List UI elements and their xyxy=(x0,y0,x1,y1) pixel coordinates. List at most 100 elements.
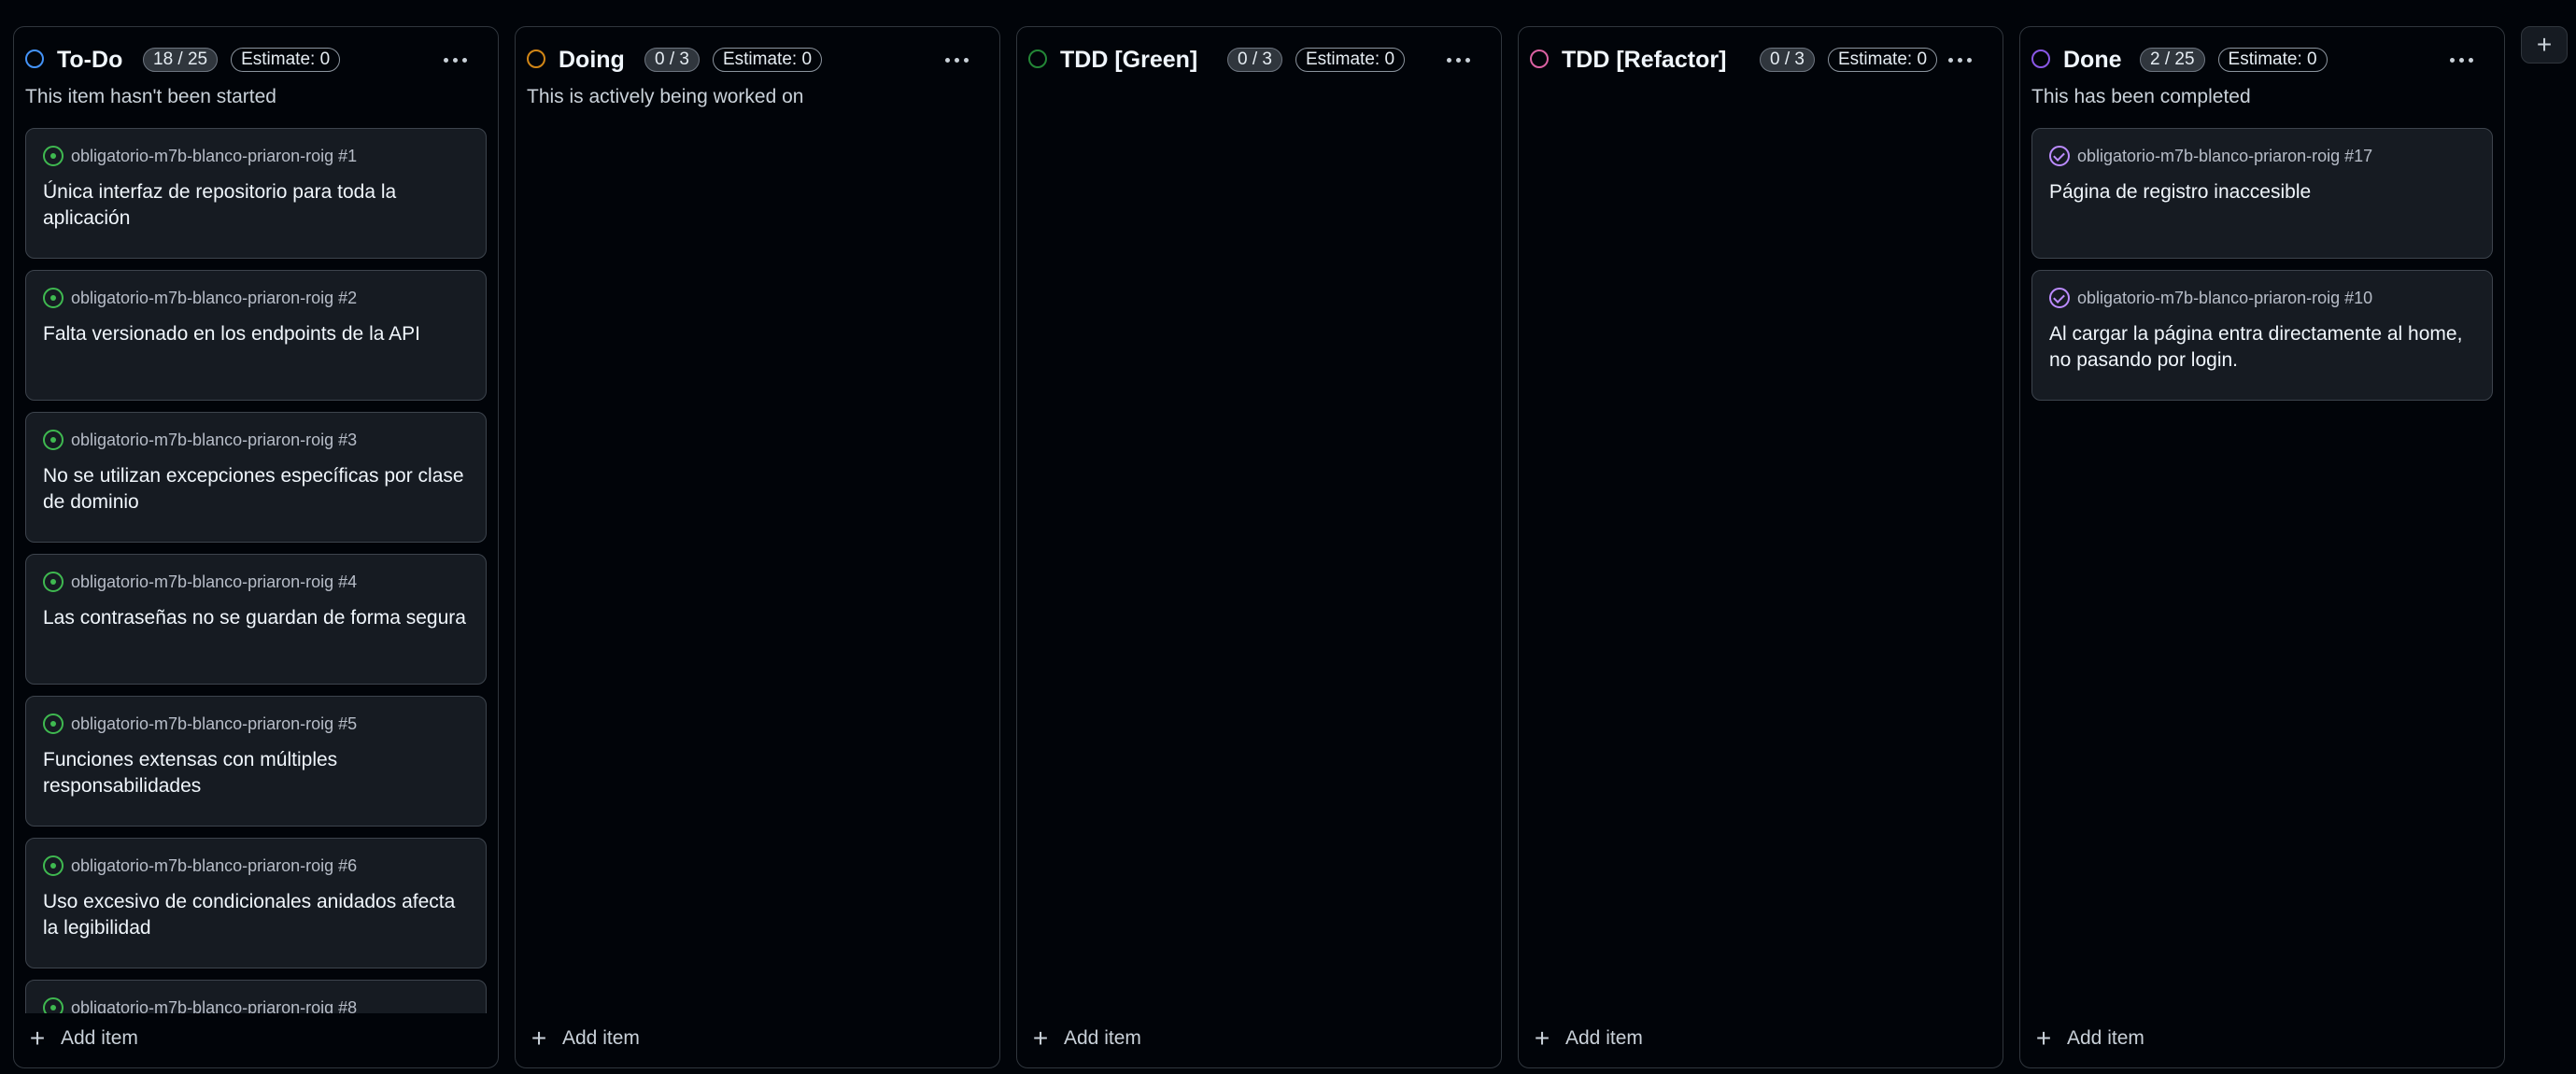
column-badges: 18 / 25 Estimate: 0 xyxy=(143,48,341,72)
issue-card[interactable]: obligatorio-m7b-blanco-priaron-roig #6 U… xyxy=(25,838,487,968)
card-repo-ref: obligatorio-m7b-blanco-priaron-roig #17 xyxy=(2077,146,2373,165)
column-description: This is actively being worked on xyxy=(527,86,804,107)
issue-open-icon xyxy=(43,855,64,876)
plus-icon: + xyxy=(1032,1024,1049,1053)
column-tdd-green: TDD [Green] 0 / 3 Estimate: 0 + Add item xyxy=(1016,26,1502,1068)
plus-icon: + xyxy=(29,1024,46,1053)
dot-icon xyxy=(963,57,969,63)
card-repo-ref: obligatorio-m7b-blanco-priaron-roig #1 xyxy=(71,146,358,165)
estimate-badge: Estimate: 0 xyxy=(712,48,823,72)
issue-open-icon xyxy=(43,714,64,734)
dot-icon xyxy=(461,57,467,63)
card-title: Las contraseñas no se guardan de forma s… xyxy=(43,607,466,629)
status-circle-icon xyxy=(1530,49,1549,68)
column-header: Doing 0 / 3 Estimate: 0 This is actively… xyxy=(516,27,999,139)
issue-closed-icon xyxy=(2049,146,2070,166)
card-title: Uso excesivo de condicionales anidados a… xyxy=(43,891,456,939)
column-tdd-refactor: TDD [Refactor] 0 / 3 Estimate: 0 + Add i… xyxy=(1518,26,2003,1068)
add-item-button[interactable]: + Add item xyxy=(1030,1025,1141,1053)
issue-card[interactable]: obligatorio-m7b-blanco-priaron-roig #17 … xyxy=(2031,128,2493,259)
card-meta: obligatorio-m7b-blanco-priaron-roig #5 xyxy=(43,710,469,738)
add-item-button[interactable]: + Add item xyxy=(529,1025,640,1053)
card-title: Funciones extensas con múltiples respons… xyxy=(43,749,338,797)
card-list xyxy=(1519,128,2003,1013)
card-repo-ref: obligatorio-m7b-blanco-priaron-roig #3 xyxy=(71,430,358,449)
card-repo-ref: obligatorio-m7b-blanco-priaron-roig #4 xyxy=(71,572,358,591)
card-title: Al cargar la página entra directamente a… xyxy=(2049,323,2463,371)
project-board: To-Do 18 / 25 Estimate: 0 This item hasn… xyxy=(0,0,2576,1074)
column-menu-button[interactable] xyxy=(2442,46,2480,74)
issue-card[interactable]: obligatorio-m7b-blanco-priaron-roig #5 F… xyxy=(25,696,487,827)
issue-closed-icon xyxy=(2049,288,2070,308)
add-column-button[interactable]: + xyxy=(2521,26,2568,64)
dot-icon xyxy=(452,57,458,63)
card-meta: obligatorio-m7b-blanco-priaron-roig #8 xyxy=(43,994,469,1013)
estimate-badge: Estimate: 0 xyxy=(1827,48,1938,72)
item-count-badge: 0 / 3 xyxy=(644,48,700,72)
card-repo-ref: obligatorio-m7b-blanco-priaron-roig #5 xyxy=(71,714,358,733)
column-menu-button[interactable] xyxy=(938,46,975,74)
column-menu-button[interactable] xyxy=(1439,46,1477,74)
dot-icon xyxy=(954,57,959,63)
column-title: TDD [Refactor] xyxy=(1562,47,1727,73)
issue-open-icon xyxy=(43,572,64,592)
column-menu-button[interactable] xyxy=(436,46,474,74)
estimate-badge: Estimate: 0 xyxy=(1295,48,1406,72)
add-item-label: Add item xyxy=(61,1027,138,1049)
add-item-label: Add item xyxy=(2067,1027,2144,1049)
status-circle-icon xyxy=(527,49,545,68)
column-badges: 0 / 3 Estimate: 0 xyxy=(644,48,823,72)
column-badges: 2 / 25 Estimate: 0 xyxy=(2140,48,2328,72)
add-item-label: Add item xyxy=(1064,1027,1141,1049)
issue-card[interactable]: obligatorio-m7b-blanco-priaron-roig #1 Ú… xyxy=(25,128,487,259)
issue-card[interactable]: obligatorio-m7b-blanco-priaron-roig #8 xyxy=(25,980,487,1013)
card-title: Falta versionado en los endpoints de la … xyxy=(43,323,420,345)
dot-icon xyxy=(1465,57,1470,63)
column-done: Done 2 / 25 Estimate: 0 This has been co… xyxy=(2019,26,2505,1068)
column-title: Done xyxy=(2063,47,2122,73)
column-doing: Doing 0 / 3 Estimate: 0 This is actively… xyxy=(515,26,1000,1068)
column-header: Done 2 / 25 Estimate: 0 This has been co… xyxy=(2020,27,2504,139)
plus-icon: + xyxy=(531,1024,547,1053)
dot-icon xyxy=(1966,57,1972,63)
card-meta: obligatorio-m7b-blanco-priaron-roig #1 xyxy=(43,142,469,170)
estimate-badge: Estimate: 0 xyxy=(231,48,341,72)
plus-icon: + xyxy=(2035,1024,2052,1053)
status-circle-icon xyxy=(2031,49,2050,68)
column-title: To-Do xyxy=(57,47,123,73)
card-meta: obligatorio-m7b-blanco-priaron-roig #10 xyxy=(2049,284,2475,312)
issue-card[interactable]: obligatorio-m7b-blanco-priaron-roig #4 L… xyxy=(25,554,487,685)
item-count-badge: 18 / 25 xyxy=(143,48,219,72)
card-meta: obligatorio-m7b-blanco-priaron-roig #6 xyxy=(43,852,469,880)
add-item-label: Add item xyxy=(562,1027,640,1049)
issue-open-icon xyxy=(43,288,64,308)
column-title: TDD [Green] xyxy=(1060,47,1198,73)
issue-open-icon xyxy=(43,146,64,166)
dot-icon xyxy=(2468,57,2473,63)
card-repo-ref: obligatorio-m7b-blanco-priaron-roig #6 xyxy=(71,855,358,875)
card-repo-ref: obligatorio-m7b-blanco-priaron-roig #2 xyxy=(71,288,358,307)
issue-card[interactable]: obligatorio-m7b-blanco-priaron-roig #2 F… xyxy=(25,270,487,401)
column-menu-button[interactable] xyxy=(1941,46,1978,74)
column-description: This item hasn't been started xyxy=(25,86,276,107)
card-repo-ref: obligatorio-m7b-blanco-priaron-roig #10 xyxy=(2077,288,2373,307)
column-header: To-Do 18 / 25 Estimate: 0 This item hasn… xyxy=(14,27,498,139)
status-circle-icon xyxy=(1028,49,1047,68)
item-count-badge: 0 / 3 xyxy=(1227,48,1282,72)
item-count-badge: 0 / 3 xyxy=(1760,48,1815,72)
dot-icon xyxy=(1947,57,1953,63)
issue-card[interactable]: obligatorio-m7b-blanco-priaron-roig #10 … xyxy=(2031,270,2493,401)
status-circle-icon xyxy=(25,49,44,68)
add-item-button[interactable]: + Add item xyxy=(1532,1025,1643,1053)
dot-icon xyxy=(944,57,950,63)
dot-icon xyxy=(2458,57,2464,63)
add-item-button[interactable]: + Add item xyxy=(2033,1025,2144,1053)
card-list xyxy=(516,128,999,1013)
dot-icon xyxy=(443,57,448,63)
estimate-badge: Estimate: 0 xyxy=(2217,48,2328,72)
issue-card[interactable]: obligatorio-m7b-blanco-priaron-roig #3 N… xyxy=(25,412,487,543)
plus-icon: + xyxy=(1534,1024,1550,1053)
issue-open-icon xyxy=(43,430,64,450)
plus-icon: + xyxy=(2536,30,2553,59)
add-item-button[interactable]: + Add item xyxy=(27,1025,138,1053)
